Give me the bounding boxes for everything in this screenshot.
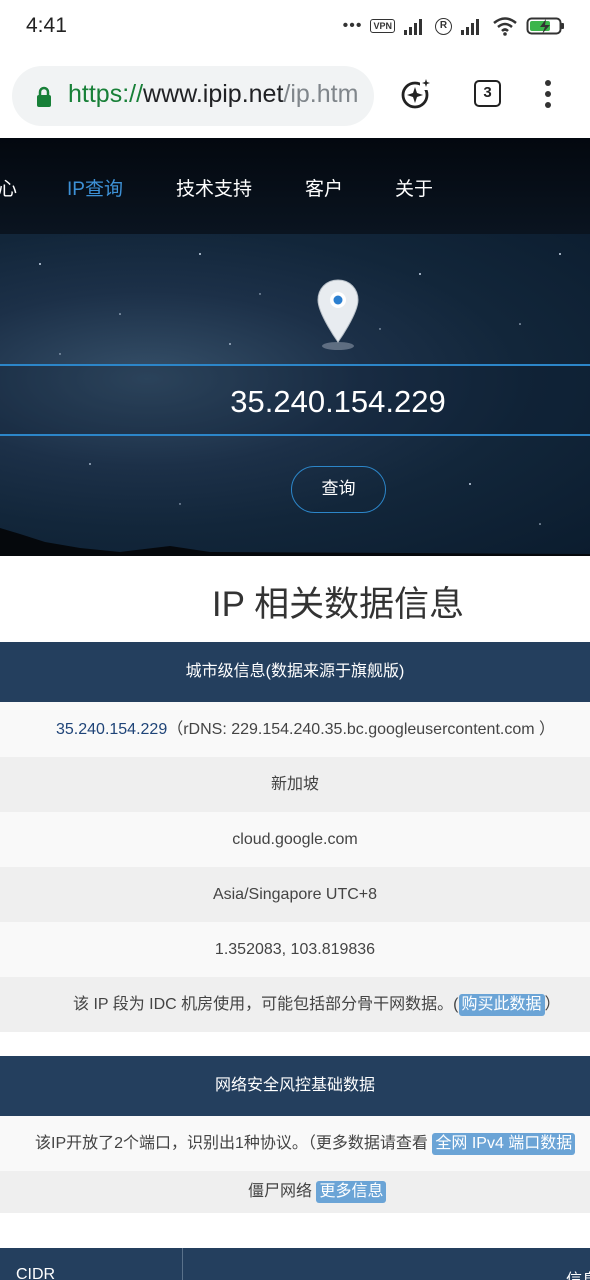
registered-icon: R xyxy=(435,17,452,35)
nav-item-ip-query[interactable]: IP查询 xyxy=(67,174,123,201)
page-title: IP 相关数据信息 xyxy=(211,585,465,624)
ip-search-input[interactable]: 35.240.154.229 xyxy=(0,384,590,420)
cidr-table-header: CIDR 信息 xyxy=(0,1248,590,1280)
table-row: 该 IP 段为 IDC 机房使用，可能包括部分骨干网数据。(购买此数据） xyxy=(0,977,590,1032)
sparkle-assistant-icon[interactable] xyxy=(400,78,432,110)
ip-rdns-cell: 35.240.154.229（rDNS: 229.154.240.35.bc.g… xyxy=(56,702,555,757)
more-info-link[interactable]: 更多信息 xyxy=(316,1181,387,1203)
url-scheme: https:// xyxy=(68,80,144,108)
location-cell: 新加坡 xyxy=(270,776,319,793)
cidr-column-header: CIDR xyxy=(16,1266,56,1280)
signal-icon xyxy=(404,19,422,35)
ports-cell: 该IP开放了2个端口，识别出1种协议。（更多数据请查看 全网 IPv4 端口数据 xyxy=(35,1116,576,1171)
lock-icon xyxy=(37,86,51,107)
idc-cell: 该 IP 段为 IDC 机房使用，可能包括部分骨干网数据。(购买此数据） xyxy=(73,977,561,1032)
dots-icon: ••• xyxy=(342,17,363,34)
url-path: /ip.htm xyxy=(283,80,359,108)
hero-search-section: 35.240.154.229 查询 xyxy=(0,234,590,556)
botnet-text: 僵尸网络 xyxy=(248,1183,313,1200)
signal-icon xyxy=(461,19,479,35)
security-table-header: 网络安全风控基础数据 xyxy=(0,1056,590,1116)
buy-data-link[interactable]: 购买此数据 xyxy=(458,994,545,1016)
nav-item-center[interactable]: 心 xyxy=(0,174,17,201)
address-bar[interactable]: https://www.ipip.net/ip.htm xyxy=(12,66,374,126)
ports-text: 该IP开放了2个端口，识别出1种协议。（更多数据请查看 xyxy=(35,1135,428,1152)
coordinates-cell: 1.352083, 103.819836 xyxy=(214,941,376,958)
status-time: 4:41 xyxy=(26,14,67,37)
url-text: https://www.ipip.net/ip.htm xyxy=(68,80,358,109)
nav-item-about[interactable]: 关于 xyxy=(395,174,433,201)
table-row: 新加坡 xyxy=(0,757,590,812)
column-divider xyxy=(182,1248,183,1280)
wifi-icon xyxy=(493,17,517,36)
status-bar: 4:41 ••• VPN R xyxy=(0,0,590,56)
query-button[interactable]: 查询 xyxy=(291,466,386,513)
timezone-cell: Asia/Singapore UTC+8 xyxy=(212,886,378,903)
table-row: 该IP开放了2个端口，识别出1种协议。（更多数据请查看 全网 IPv4 端口数据 xyxy=(0,1116,590,1171)
nav-item-tech-support[interactable]: 技术支持 xyxy=(176,174,252,201)
botnet-cell: 僵尸网络 更多信息 xyxy=(248,1171,387,1213)
idc-text: 该 IP 段为 IDC 机房使用，可能包括部分骨干网数据。( xyxy=(73,996,459,1013)
city-table-header: 城市级信息(数据来源于旗舰版) xyxy=(0,642,590,702)
location-pin-icon xyxy=(317,279,359,350)
table-row: 1.352083, 103.819836 xyxy=(0,922,590,977)
site-navigation: 心 IP查询 技术支持 客户 关于 xyxy=(0,138,590,234)
mountain-silhouette xyxy=(0,528,590,556)
rdns-text: （rDNS: 229.154.240.35.bc.googleuserconte… xyxy=(167,721,556,738)
tab-switcher-button[interactable]: 3 xyxy=(474,80,501,107)
browser-toolbar: https://www.ipip.net/ip.htm 3 xyxy=(0,56,590,138)
table-row: 35.240.154.229（rDNS: 229.154.240.35.bc.g… xyxy=(0,702,590,757)
table-row: cloud.google.com xyxy=(0,812,590,867)
idc-close: ） xyxy=(544,996,561,1013)
table-row: Asia/Singapore UTC+8 xyxy=(0,867,590,922)
vpn-icon: VPN xyxy=(370,19,395,33)
ipv4-ports-link[interactable]: 全网 IPv4 端口数据 xyxy=(432,1133,576,1155)
url-host: www.ipip.net xyxy=(143,80,284,108)
info-column-header: 信息 xyxy=(566,1266,590,1280)
more-menu-icon[interactable] xyxy=(538,80,558,110)
ip-link[interactable]: 35.240.154.229 xyxy=(56,721,167,738)
status-icons: ••• VPN R xyxy=(343,16,566,36)
nav-item-customers[interactable]: 客户 xyxy=(305,174,343,201)
table-row: 僵尸网络 更多信息 xyxy=(0,1171,590,1213)
battery-charging-icon xyxy=(526,17,564,35)
org-cell: cloud.google.com xyxy=(232,831,358,848)
